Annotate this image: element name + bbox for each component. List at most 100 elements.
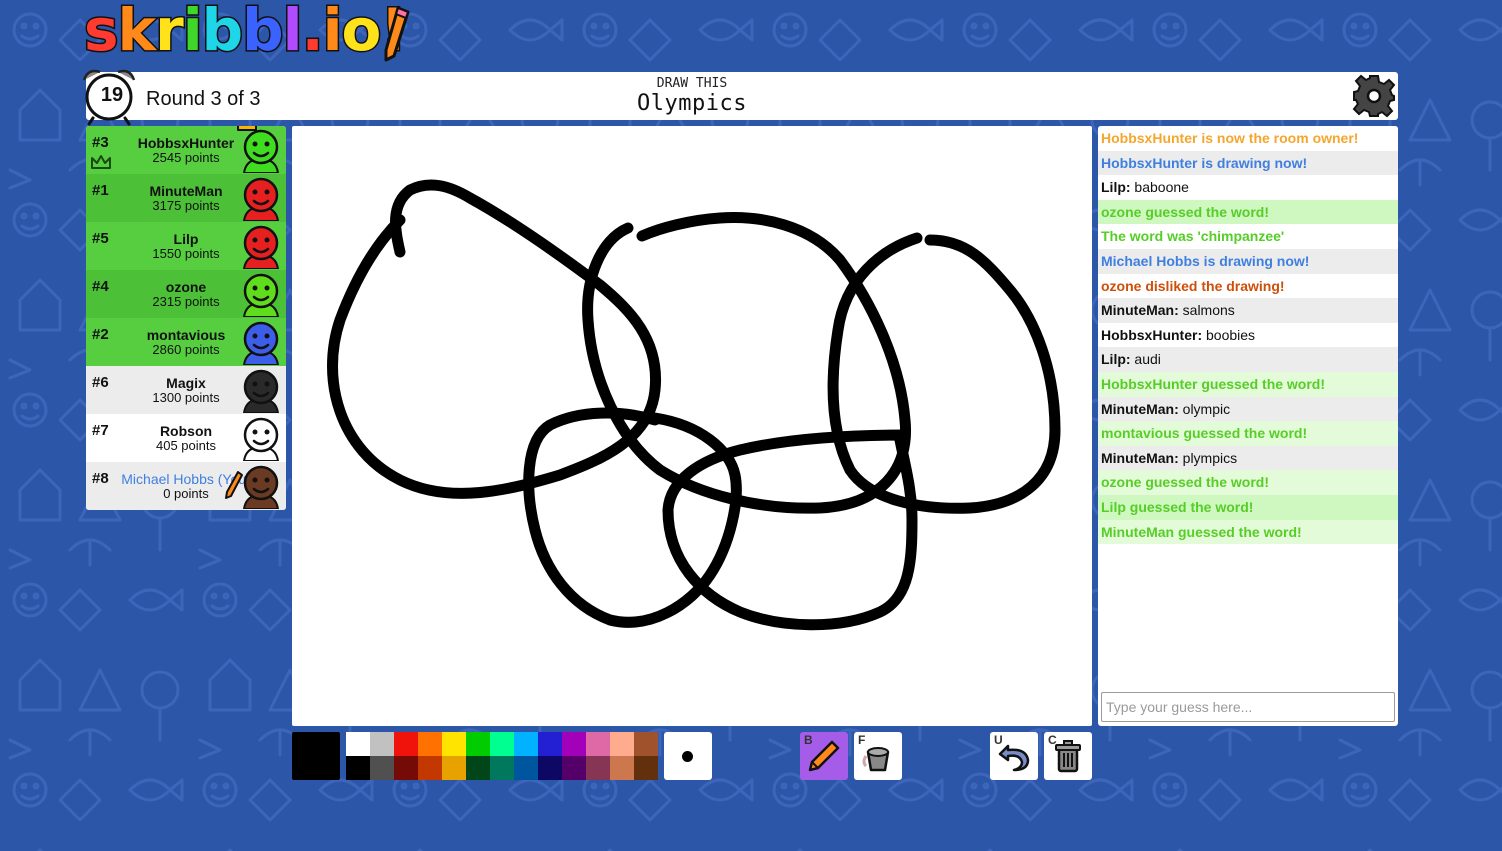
chat-message: The word was 'chimpanzee' — [1098, 224, 1398, 249]
color-swatch[interactable] — [634, 756, 658, 780]
player-row[interactable]: #1 MinuteMan 3175 points — [86, 174, 286, 222]
drawing-pencil-icon — [225, 471, 243, 499]
chat-message: HobbsxHunter guessed the word! — [1098, 371, 1398, 397]
color-swatch[interactable] — [418, 732, 442, 756]
player-rank: #6 — [92, 374, 109, 391]
color-swatch[interactable] — [490, 756, 514, 780]
color-swatch[interactable] — [490, 732, 514, 756]
logo-letter: o — [340, 0, 383, 66]
logo-letter: k — [116, 0, 158, 66]
chat-message: MinuteMan guessed the word! — [1098, 519, 1398, 545]
player-rank: #4 — [92, 278, 109, 295]
trash-icon — [1055, 740, 1081, 773]
player-row[interactable]: #8 Michael Hobbs (You) 0 points — [86, 462, 286, 510]
color-swatch[interactable] — [514, 732, 538, 756]
undo-icon — [998, 744, 1030, 772]
current-word: Olympics — [637, 91, 747, 116]
gear-icon[interactable] — [1352, 74, 1396, 118]
color-swatch[interactable] — [634, 732, 658, 756]
logo-pencil-icon — [384, 6, 410, 62]
color-swatch[interactable] — [418, 756, 442, 780]
player-avatar — [242, 129, 280, 173]
drawn-stroke — [827, 232, 1061, 514]
color-swatch[interactable] — [394, 732, 418, 756]
color-swatch[interactable] — [538, 732, 562, 756]
color-swatch[interactable] — [562, 756, 586, 780]
color-swatch[interactable] — [514, 756, 538, 780]
chat-text: plympics — [1178, 449, 1238, 466]
player-row[interactable]: #7 Robson 405 points — [86, 414, 286, 462]
guess-input[interactable] — [1101, 692, 1395, 722]
chat-message: MinuteMan: olympic — [1098, 396, 1398, 422]
chat-message: Michael Hobbs is drawing now! — [1098, 248, 1398, 274]
skribbl-logo: skribbl.io! — [83, 0, 414, 66]
color-swatch[interactable] — [442, 732, 466, 756]
color-swatch[interactable] — [586, 756, 610, 780]
chat-author: Lilp: — [1101, 351, 1131, 368]
clear-button[interactable]: C — [1044, 732, 1092, 780]
player-avatar — [242, 321, 280, 365]
player-avatar — [242, 177, 280, 221]
chat-author: Lilp: — [1101, 179, 1131, 196]
chat-text: audi — [1130, 351, 1161, 368]
current-color-swatch[interactable] — [292, 732, 340, 780]
chat-author: MinuteMan: — [1101, 400, 1179, 417]
chat-message: Lilp guessed the word! — [1098, 494, 1398, 520]
logo-letter: r — [154, 0, 186, 66]
brush-tool-button[interactable]: B — [800, 732, 848, 780]
player-avatar — [242, 273, 280, 317]
chat-message: Lilp: audi — [1098, 347, 1398, 372]
player-row[interactable]: #2 montavious 2860 points — [86, 318, 286, 366]
bucket-icon — [862, 747, 890, 772]
player-avatar — [242, 369, 280, 413]
color-swatch[interactable] — [394, 756, 418, 780]
chat-message: Lilp: baboone — [1098, 175, 1398, 200]
chat-message: ozone disliked the drawing! — [1098, 273, 1398, 299]
color-swatch[interactable] — [346, 732, 370, 756]
logo-letter: s — [83, 0, 120, 66]
color-swatch[interactable] — [466, 756, 490, 780]
chat-text: baboone — [1130, 179, 1189, 196]
player-row[interactable]: #5 Lilp 1550 points — [86, 222, 286, 270]
chat-author: MinuteMan: — [1101, 302, 1179, 319]
crown-icon — [237, 126, 257, 131]
chat-author: HobbsxHunter: — [1101, 326, 1203, 343]
chat-message: MinuteMan: plympics — [1098, 445, 1398, 471]
color-swatch[interactable] — [538, 756, 562, 780]
chat-text: boobies — [1202, 326, 1256, 343]
chat-message: HobbsxHunter is now the room owner! — [1098, 126, 1398, 151]
color-swatch[interactable] — [370, 756, 394, 780]
color-swatch[interactable] — [346, 756, 370, 780]
logo-letter: l — [281, 0, 304, 66]
chat-message: HobbsxHunter is drawing now! — [1098, 150, 1398, 176]
player-rank: #2 — [92, 326, 109, 343]
undo-button[interactable]: U — [990, 732, 1038, 780]
player-row[interactable]: #6 Magix 1300 points — [86, 366, 286, 414]
color-swatch[interactable] — [610, 732, 634, 756]
chat-message: montavious guessed the word! — [1098, 421, 1398, 446]
chat-messages: HobbsxHunter is now the room owner! Hobbs… — [1098, 126, 1398, 545]
color-swatch[interactable] — [370, 732, 394, 756]
chat-message: ozone guessed the word! — [1098, 470, 1398, 495]
chat-panel: HobbsxHunter is now the room owner! Hobbs… — [1098, 126, 1398, 726]
player-row[interactable]: #4 ozone 2315 points — [86, 270, 286, 318]
chat-message: ozone guessed the word! — [1098, 199, 1398, 225]
color-swatch[interactable] — [442, 756, 466, 780]
player-avatar — [242, 417, 280, 461]
fill-tool-button[interactable]: F — [854, 732, 902, 780]
color-swatch[interactable] — [562, 732, 586, 756]
player-row[interactable]: #3 HobbsxHunter 2545 points — [86, 126, 286, 174]
brush-size-button[interactable] — [664, 732, 712, 780]
drawing-canvas[interactable] — [292, 126, 1092, 726]
logo-letter: . — [300, 0, 325, 66]
color-swatch[interactable] — [466, 732, 490, 756]
chat-text: olympic — [1178, 400, 1231, 417]
color-swatch[interactable] — [586, 732, 610, 756]
player-rank: #1 — [92, 182, 109, 199]
logo-letter: i — [321, 0, 344, 66]
color-swatch[interactable] — [610, 756, 634, 780]
drawn-stroke — [582, 212, 912, 514]
logo-letter: i — [181, 0, 204, 66]
player-rank: #8 — [92, 470, 109, 487]
player-list: #3 HobbsxHunter 2545 points #1 MinuteMan 3175… — [86, 126, 286, 510]
